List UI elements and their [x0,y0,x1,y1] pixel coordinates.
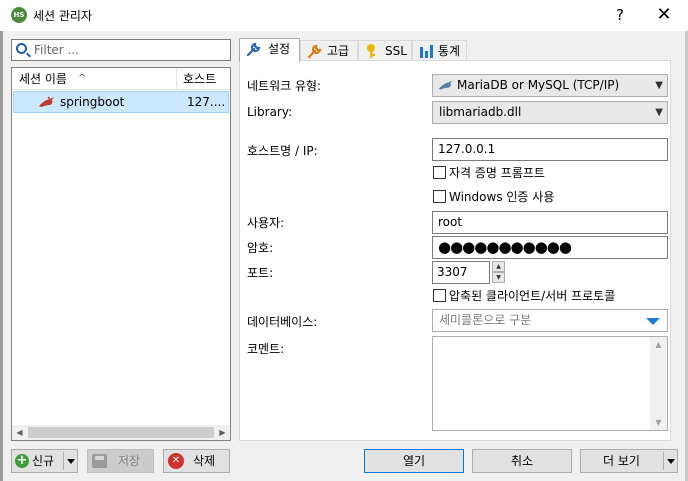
column-header-host[interactable]: 호스트 [177,68,230,90]
comment-textarea[interactable]: ▲ ▼ [432,336,668,431]
compressed-protocol-checkbox[interactable] [433,289,446,302]
chevron-down-icon: ▼ [655,107,663,118]
bar-chart-icon [420,45,433,58]
tab-statistics[interactable]: 통계 [412,40,467,61]
port-increment-button[interactable]: ▲ [492,261,505,272]
search-icon [16,43,27,54]
key-icon [367,44,375,58]
wrench-orange-icon [307,44,322,59]
filter-input[interactable] [32,41,226,59]
delete-icon: ✕ [168,453,184,469]
session-list[interactable]: 세션 이름 ^ 호스트 springboot 127.... ◀ ▶ [11,67,231,441]
tab-label: 통계 [438,44,461,58]
chevron-down-icon[interactable] [667,459,675,464]
host-label: 호스트명 / IP: [247,144,318,158]
library-label: Library: [247,105,293,119]
chevron-down-icon: ▼ [655,80,663,91]
column-header-session-name[interactable]: 세션 이름 ^ [12,68,177,90]
windows-auth-checkbox[interactable] [433,190,446,203]
tab-label: 고급 [327,44,350,58]
window-title: 세션 관리자 [33,9,93,23]
chevron-down-icon[interactable] [67,459,75,464]
library-select[interactable]: libmariadb.dll ▼ [432,101,668,124]
app-logo-icon: HS [11,7,27,23]
password-label: 암호: [247,241,274,255]
plus-icon: + [15,453,29,468]
scroll-up-icon[interactable]: ▲ [650,337,667,352]
scroll-right-icon[interactable]: ▶ [215,425,230,440]
library-value: libmariadb.dll [439,105,522,119]
host-input[interactable]: 127.0.0.1 [432,138,668,161]
save-button[interactable]: 저장 [87,449,154,473]
network-type-label: 네트워크 유형: [247,79,322,93]
comment-scrollbar[interactable]: ▲ ▼ [650,337,667,430]
password-input[interactable]: ●●●●●●●●●●● [432,236,668,259]
floppy-disk-icon [92,454,107,468]
new-label: 신규 [32,454,55,468]
tab-settings[interactable]: 설정 [239,38,300,62]
help-button[interactable]: ? [606,4,634,26]
network-type-select[interactable]: MariaDB or MySQL (TCP/IP) ▼ [432,74,668,97]
dropdown-arrow-icon[interactable] [646,318,660,325]
column-header-label: 세션 이름 [19,72,67,86]
databases-select[interactable]: 세미콜론으로 구분 [432,309,668,332]
scrollbar-thumb[interactable] [28,427,214,438]
list-header: 세션 이름 ^ 호스트 [12,68,230,90]
wrench-icon [246,42,261,57]
split-separator [663,452,664,470]
windows-auth-label: Windows 인증 사용 [449,190,555,204]
dolphin-icon [39,96,54,107]
horizontal-scrollbar[interactable]: ◀ ▶ [12,425,230,440]
more-label: 더 보기 [603,454,640,468]
tab-ssl[interactable]: SSL [358,40,412,61]
window-edge-left [0,31,3,481]
open-button[interactable]: 열기 [364,449,464,473]
databases-label: 데이터베이스: [247,315,318,329]
split-separator [63,452,64,470]
scroll-left-icon[interactable]: ◀ [12,425,27,440]
comment-label: 코멘트: [247,342,285,356]
session-host: 127.... [187,95,226,109]
prompt-credentials-checkbox[interactable] [433,166,446,179]
user-input[interactable]: root [432,211,668,234]
cancel-button[interactable]: 취소 [472,449,572,473]
dolphin-icon [438,80,453,90]
title-bar: HS 세션 관리자 ? ✕ [0,0,688,31]
sort-ascending-icon: ^ [78,73,87,84]
more-button[interactable]: 더 보기 [580,449,678,473]
network-type-value: MariaDB or MySQL (TCP/IP) [457,78,620,92]
new-session-button[interactable]: + 신규 [11,449,78,473]
session-row[interactable]: springboot 127.... [13,91,229,113]
prompt-credentials-label: 자격 증명 프롬프트 [449,166,545,180]
save-label: 저장 [118,454,141,468]
tab-label: SSL [385,44,407,58]
filter-box[interactable] [11,39,231,61]
session-name: springboot [60,95,125,109]
close-button[interactable]: ✕ [650,4,678,26]
compressed-protocol-label: 압축된 클라이언트/서버 프로토콜 [449,289,616,303]
user-label: 사용자: [247,216,285,230]
delete-label: 삭제 [193,454,216,468]
scroll-down-icon[interactable]: ▼ [650,415,667,430]
tab-advanced[interactable]: 고급 [300,40,358,61]
tab-label: 설정 [268,42,291,56]
port-input[interactable]: 3307 [432,261,490,284]
port-label: 포트: [247,266,274,280]
databases-placeholder: 세미콜론으로 구분 [439,313,532,327]
delete-button[interactable]: ✕ 삭제 [163,449,230,473]
port-decrement-button[interactable]: ▼ [492,272,505,283]
